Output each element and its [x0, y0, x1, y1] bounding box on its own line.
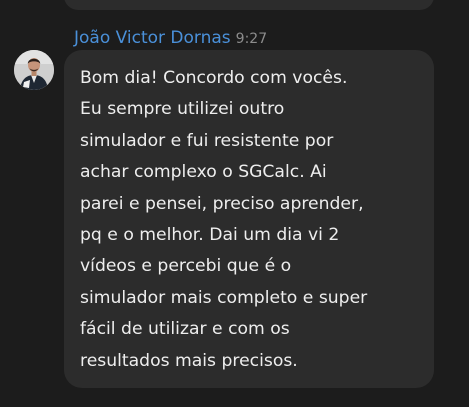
message-bubble[interactable]: Bom dia! Concordo com vocês. Eu sempre u… [64, 50, 434, 388]
sender-name[interactable]: João Victor Dornas [74, 28, 231, 48]
chat-view: João Victor Dornas 9:27 Bom dia! Concord… [0, 0, 469, 407]
message-text: Bom dia! Concordo com vocês. Eu sempre u… [80, 68, 368, 371]
avatar-photo-icon [14, 50, 54, 90]
avatar[interactable] [14, 50, 54, 90]
message-timestamp: 9:27 [235, 31, 268, 47]
message-header: João Victor Dornas 9:27 [74, 28, 267, 50]
previous-message-bubble [64, 0, 434, 10]
